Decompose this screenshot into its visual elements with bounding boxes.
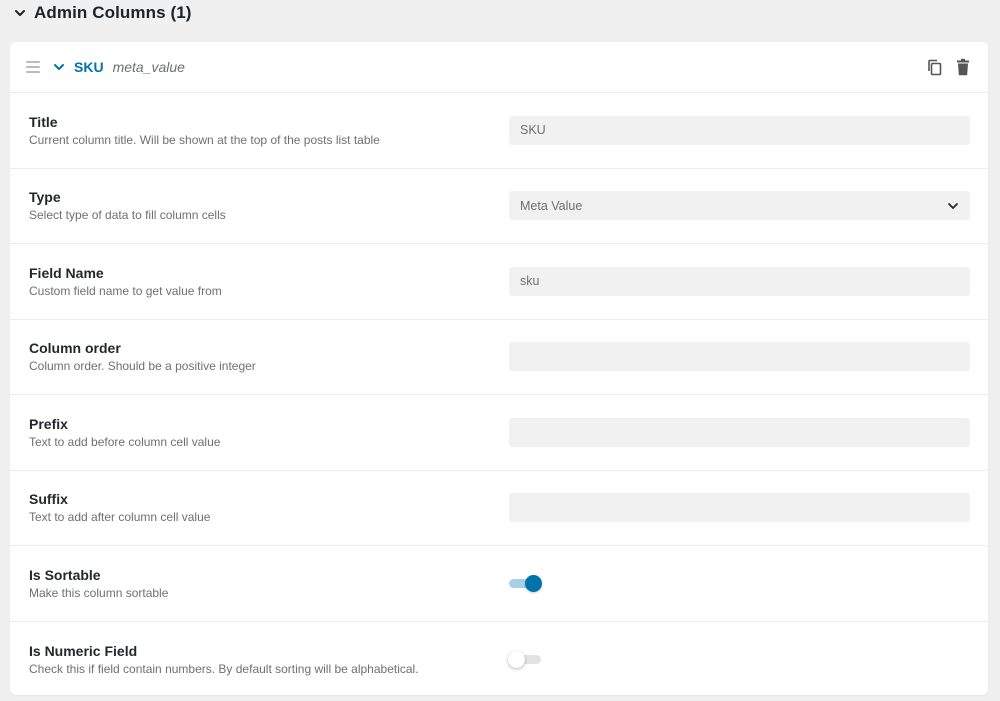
- field-label: Is Sortable: [29, 566, 101, 583]
- field-row-is-numeric: Is Numeric Field Check this if field con…: [10, 622, 988, 696]
- field-description: Current column title. Will be shown at t…: [29, 132, 380, 147]
- field-label: Field Name: [29, 264, 104, 281]
- field-row-title: Title Current column title. Will be show…: [10, 93, 988, 169]
- type-select-value: Meta Value: [520, 198, 583, 213]
- field-description: Text to add after column cell value: [29, 510, 211, 525]
- column-card: SKU meta_value Title Current column titl…: [10, 42, 988, 695]
- field-label: Suffix: [29, 491, 68, 508]
- prefix-input[interactable]: [509, 417, 970, 447]
- field-label: Is Numeric Field: [29, 642, 138, 659]
- column-meta-type: meta_value: [112, 59, 185, 75]
- field-row-type: Type Select type of data to fill column …: [10, 169, 988, 244]
- trash-icon[interactable]: [954, 58, 972, 76]
- column-order-input[interactable]: [509, 342, 970, 372]
- field-description: Select type of data to fill column cells: [29, 208, 226, 223]
- field-row-field-name: Field Name Custom field name to get valu…: [10, 244, 988, 320]
- drag-handle-icon[interactable]: [26, 61, 40, 73]
- is-numeric-toggle[interactable]: [508, 649, 543, 669]
- field-description: Make this column sortable: [29, 585, 169, 600]
- field-description: Custom field name to get value from: [29, 283, 222, 298]
- field-label: Type: [29, 189, 61, 206]
- field-row-is-sortable: Is Sortable Make this column sortable: [10, 546, 988, 622]
- copy-icon[interactable]: [926, 58, 944, 76]
- field-name-input[interactable]: sku: [509, 266, 970, 296]
- section-title: Admin Columns (1): [34, 3, 192, 22]
- type-select[interactable]: Meta Value: [509, 191, 970, 221]
- toggle-knob: [508, 651, 525, 669]
- field-label: Column order: [29, 340, 121, 357]
- chevron-down-icon: [947, 200, 959, 212]
- field-row-suffix: Suffix Text to add after column cell val…: [10, 471, 988, 546]
- column-card-header: SKU meta_value: [10, 42, 988, 93]
- field-description: Check this if field contain numbers. By …: [29, 661, 419, 676]
- chevron-down-icon[interactable]: [14, 7, 26, 19]
- column-actions: [926, 58, 972, 76]
- field-row-column-order: Column order Column order. Should be a p…: [10, 320, 988, 395]
- is-sortable-toggle[interactable]: [509, 573, 543, 593]
- toggle-knob: [525, 575, 542, 593]
- field-description: Text to add before column cell value: [29, 434, 221, 449]
- field-label: Prefix: [29, 415, 68, 432]
- suffix-input[interactable]: [509, 493, 970, 523]
- section-header[interactable]: Admin Columns (1): [0, 0, 1000, 26]
- column-name[interactable]: SKU: [74, 59, 104, 75]
- field-description: Column order. Should be a positive integ…: [29, 359, 256, 374]
- field-row-prefix: Prefix Text to add before column cell va…: [10, 395, 988, 471]
- title-input[interactable]: SKU: [509, 115, 970, 145]
- chevron-down-icon[interactable]: [52, 60, 66, 74]
- field-label: Title: [29, 113, 58, 130]
